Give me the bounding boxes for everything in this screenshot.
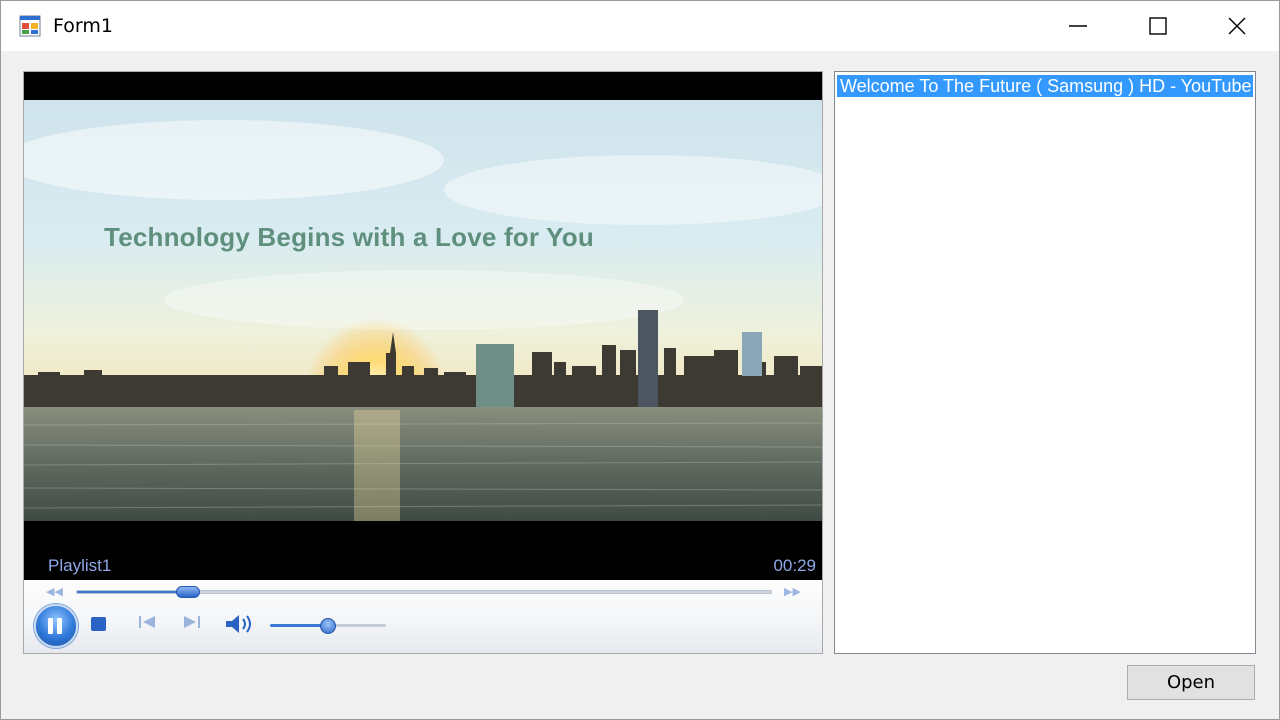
open-button[interactable]: Open [1127,665,1255,700]
pause-button[interactable] [34,604,78,648]
mute-button[interactable] [224,613,254,639]
minimize-button[interactable] [1038,1,1118,51]
form-app-icon [19,15,41,37]
media-player[interactable]: Technology Begins with a Love for You Pl… [23,71,823,654]
close-icon [1228,17,1246,35]
previous-icon [139,616,155,628]
list-item[interactable]: Welcome To The Future ( Samsung ) HD - Y… [837,75,1253,97]
title-bar[interactable]: Form1 [1,1,1279,51]
seek-thumb[interactable] [176,586,201,598]
main-window: Form1 Technology Begins with a Love for … [0,0,1280,720]
volume-slider[interactable] [270,618,386,634]
pause-icon [57,618,62,634]
seek-bar[interactable] [76,586,772,598]
pause-icon [48,618,53,634]
rewind-icon[interactable]: ◀◀ [46,585,63,598]
video-frame-image [24,100,822,521]
fast-forward-icon[interactable]: ▶▶ [784,585,801,598]
speaker-icon [226,615,251,633]
time-readout: 00:29 [773,556,816,575]
maximize-button[interactable] [1118,1,1198,51]
playlist-listbox[interactable]: Welcome To The Future ( Samsung ) HD - Y… [834,71,1256,654]
window-title: Form1 [53,15,113,37]
transport-controls: ◀◀ ▶▶ [24,580,822,653]
minimize-icon [1069,25,1087,27]
stop-button[interactable] [91,617,106,631]
playlist-name-label: Playlist1 [48,556,112,575]
maximize-icon [1149,17,1167,35]
seek-progress [77,591,189,593]
volume-thumb[interactable] [320,618,336,634]
video-display[interactable]: Technology Begins with a Love for You [24,100,822,521]
previous-track-button[interactable] [137,614,157,634]
next-track-button[interactable] [182,614,202,634]
video-caption: Technology Begins with a Love for You [104,222,594,252]
close-button[interactable] [1197,1,1277,51]
next-icon [184,616,200,628]
